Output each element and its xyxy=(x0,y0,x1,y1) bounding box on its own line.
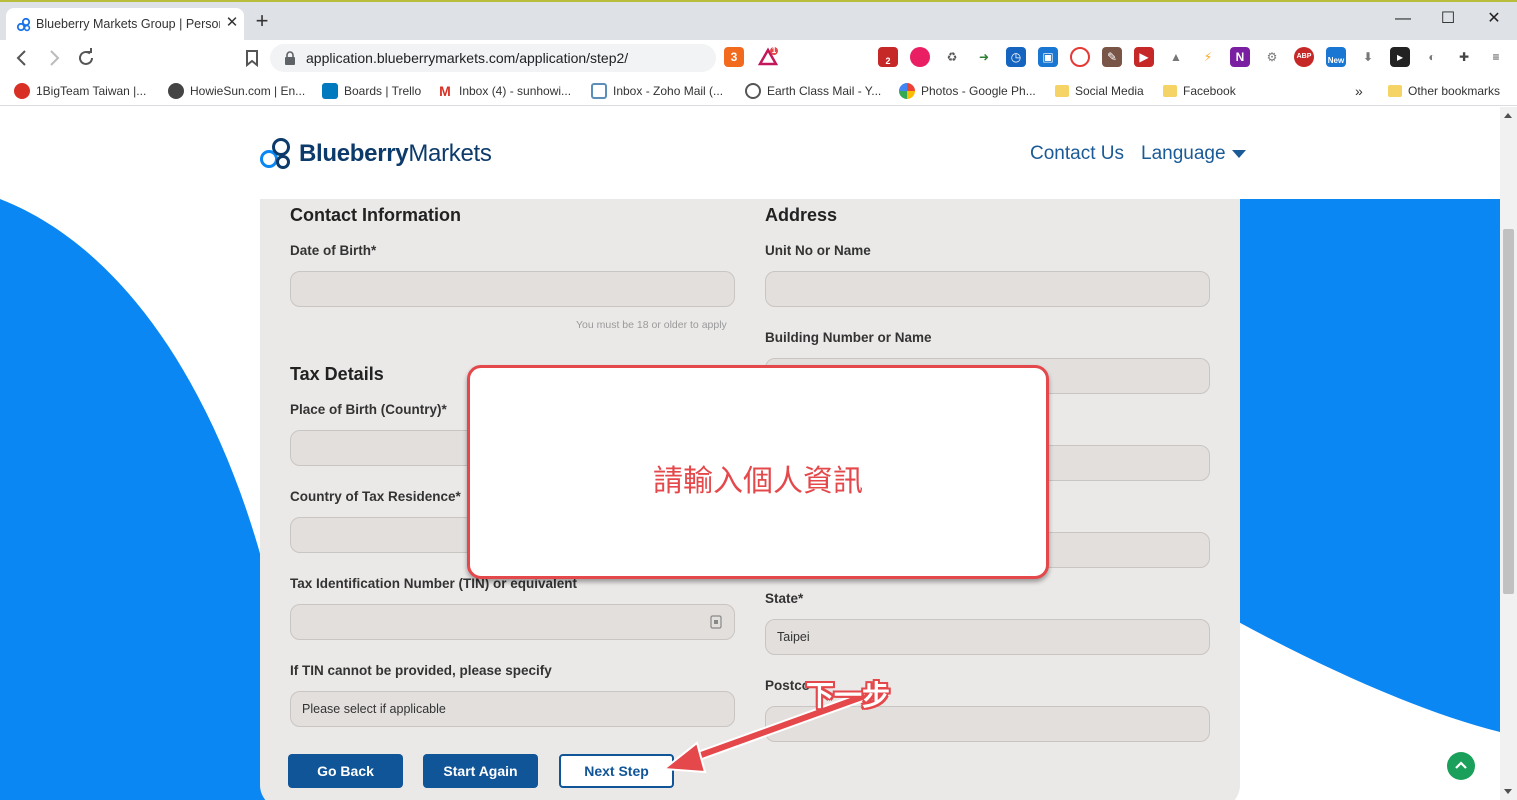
earthclass-icon xyxy=(745,83,761,99)
bookmarks-overflow-button[interactable]: » xyxy=(1355,82,1363,100)
play-icon[interactable]: ▶ xyxy=(1134,47,1154,67)
active-tab[interactable]: Blueberry Markets Group | Persona ✕ xyxy=(6,8,244,42)
green-arrow-icon[interactable]: ➜ xyxy=(974,47,994,67)
bookmark-label: Social Media xyxy=(1075,84,1144,98)
tab-strip: Blueberry Markets Group | Persona ✕ + — … xyxy=(0,0,1517,42)
bookmark-label: Photos - Google Ph... xyxy=(921,84,1036,98)
lock-icon xyxy=(285,51,295,65)
mouse-icon[interactable]: ◐ xyxy=(1422,47,1442,67)
bookmark-1bigteam[interactable]: 1BigTeam Taiwan |... xyxy=(14,82,146,100)
url-text: application.blueberrymarkets.com/applica… xyxy=(306,50,629,66)
bookmark-google-photos[interactable]: Photos - Google Ph... xyxy=(899,82,1036,100)
scroll-down-arrow-icon[interactable] xyxy=(1504,789,1512,794)
brave-shield-icon[interactable]: 3 xyxy=(724,47,744,67)
bookmark-label: Inbox - Zoho Mail (... xyxy=(613,84,724,98)
page-scrollbar[interactable] xyxy=(1500,107,1517,800)
bookmark-facebook[interactable]: Facebook xyxy=(1163,82,1236,100)
recycle-icon[interactable]: ♻ xyxy=(942,47,962,67)
scrollbar-thumb[interactable] xyxy=(1503,229,1514,594)
lightning-icon[interactable]: ⚡ xyxy=(1198,47,1218,67)
browser-toolbar: application.blueberrymarkets.com/applica… xyxy=(0,40,1517,76)
google-photos-icon xyxy=(899,83,915,99)
tab-title: Blueberry Markets Group | Persona xyxy=(36,17,220,31)
adblock-plus-icon[interactable]: ABP xyxy=(1294,47,1314,67)
mail-extension-icon[interactable]: 2 xyxy=(878,47,898,67)
tab-close-icon[interactable]: ✕ xyxy=(224,14,240,32)
screenshot-icon[interactable]: ▣ xyxy=(1038,47,1058,67)
bookmark-howiesun[interactable]: HowieSun.com | En... xyxy=(168,82,305,100)
trello-icon xyxy=(322,83,338,99)
bookmark-label: HowieSun.com | En... xyxy=(190,84,306,98)
bookmark-label: 1BigTeam Taiwan |... xyxy=(36,84,147,98)
other-bookmarks[interactable]: Other bookmarks xyxy=(1388,82,1500,100)
new-tab-button[interactable]: + xyxy=(252,10,272,33)
upload-icon[interactable] xyxy=(1070,47,1090,67)
gmail-icon: M xyxy=(437,83,453,99)
dark-extension-icon[interactable]: ▸ xyxy=(1390,47,1410,67)
address-bar[interactable]: application.blueberrymarkets.com/applica… xyxy=(270,44,716,72)
folder-icon xyxy=(1163,85,1177,97)
bookmark-trello[interactable]: Boards | Trello xyxy=(322,82,421,100)
onenote-icon[interactable]: N xyxy=(1230,47,1250,67)
folder-icon xyxy=(1388,85,1402,97)
bookmark-label: Inbox (4) - sunhowi... xyxy=(459,84,572,98)
new-badge-icon[interactable]: New xyxy=(1326,47,1346,67)
bookmark-label: Earth Class Mail - Y... xyxy=(767,84,882,98)
scroll-up-arrow-icon[interactable] xyxy=(1504,113,1512,118)
blueberry-favicon-icon xyxy=(16,17,31,32)
puzzle-extensions-icon[interactable]: ✚ xyxy=(1454,47,1474,67)
brave-rewards-icon[interactable]: 1 xyxy=(757,46,779,67)
bookmarks-bar: 1BigTeam Taiwan |... HowieSun.com | En..… xyxy=(0,76,1517,106)
zoho-icon xyxy=(591,83,607,99)
bookmark-label: Boards | Trello xyxy=(344,84,422,98)
browser-menu-icon[interactable]: ≡ xyxy=(1486,47,1506,67)
pin-extension-icon[interactable] xyxy=(910,47,930,67)
1bigteam-icon xyxy=(14,83,30,99)
maximize-button[interactable]: ☐ xyxy=(1425,6,1471,34)
browser-window: Blueberry Markets Group | Persona ✕ + — … xyxy=(0,0,1517,800)
page-viewport: BlueberryMarkets Contact Us Language Con… xyxy=(0,107,1500,800)
annotation-arrow-label: 下一步 xyxy=(806,680,891,711)
minimize-button[interactable]: — xyxy=(1380,6,1426,34)
bookmark-page-icon[interactable] xyxy=(240,46,264,70)
bookmark-zoho[interactable]: Inbox - Zoho Mail (... xyxy=(591,82,723,100)
settings-gear-icon[interactable]: ⚙ xyxy=(1262,47,1282,67)
howiesun-icon xyxy=(168,83,184,99)
bookmark-earthclass[interactable]: Earth Class Mail - Y... xyxy=(745,82,881,100)
reload-icon[interactable] xyxy=(74,46,98,70)
bookmark-social-media[interactable]: Social Media xyxy=(1055,82,1144,100)
bookmark-label: Facebook xyxy=(1183,84,1236,98)
pencil-icon[interactable]: ✎ xyxy=(1102,47,1122,67)
other-bookmarks-label: Other bookmarks xyxy=(1408,84,1501,98)
history-icon[interactable]: ◷ xyxy=(1006,47,1026,67)
folder-icon xyxy=(1055,85,1069,97)
download-icon[interactable]: ⬇ xyxy=(1358,47,1378,67)
bookmark-gmail[interactable]: M Inbox (4) - sunhowi... xyxy=(437,82,571,100)
drive-icon[interactable]: ▲ xyxy=(1166,47,1186,67)
annotation-arrow-icon xyxy=(661,692,867,774)
forward-icon[interactable] xyxy=(42,46,66,70)
close-window-button[interactable]: ✕ xyxy=(1471,6,1517,34)
back-icon[interactable] xyxy=(10,46,34,70)
